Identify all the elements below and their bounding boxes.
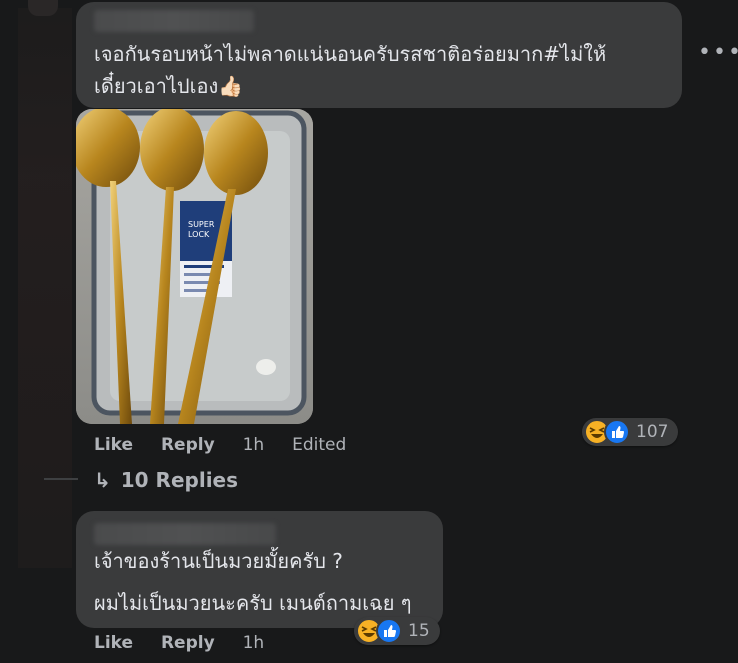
- avatar-top-blurred: [28, 0, 58, 16]
- comment-text-line: เจอกันรอบหน้าไม่พลาดแน่นอนครับรสชาติอร่อ…: [94, 42, 607, 66]
- comment-actions: Like Reply 1h Edited: [94, 434, 368, 456]
- more-options-icon[interactable]: •••: [698, 42, 738, 64]
- box-label-text: SUPER: [188, 220, 215, 229]
- replies-label: 10 Replies: [120, 468, 239, 492]
- commenter-name-blurred[interactable]: [94, 523, 276, 545]
- like-button[interactable]: Like: [94, 633, 133, 653]
- like-thumb-icon: [604, 419, 630, 445]
- avatar-blurred: [18, 8, 72, 568]
- comment-actions: Like Reply 1h: [94, 632, 286, 654]
- reply-button[interactable]: Reply: [161, 633, 215, 653]
- comment-bubble: เจอกันรอบหน้าไม่พลาดแน่นอนครับรสชาติอร่อ…: [76, 2, 682, 108]
- timestamp-link[interactable]: 1h: [243, 633, 265, 653]
- thread-connector: [44, 478, 78, 480]
- box-label-text: LOCK: [188, 230, 210, 239]
- comment-text-line: เจ้าของร้านเป็นมวยมั้ยครับ ?: [94, 549, 343, 573]
- reaction-count: 15: [408, 621, 430, 641]
- comment-photo[interactable]: SUPER LOCK: [76, 109, 313, 424]
- edited-label: Edited: [292, 435, 347, 455]
- reply-arrow-icon: ↳: [94, 468, 111, 492]
- view-replies-link[interactable]: ↳ 10 Replies: [94, 468, 238, 492]
- spoons-photo: SUPER LOCK: [76, 109, 313, 424]
- commenter-name-blurred[interactable]: [94, 10, 254, 32]
- reaction-count: 107: [636, 422, 669, 442]
- timestamp-link[interactable]: 1h: [243, 435, 265, 455]
- comment-text-line: เดี๋ยวเอาไปเอง👍🏻: [94, 74, 244, 98]
- reply-comment-bubble: เจ้าของร้านเป็นมวยมั้ยครับ ? ผมไม่เป็นมว…: [76, 511, 443, 628]
- reaction-summary[interactable]: 15: [354, 617, 440, 645]
- like-thumb-icon: [376, 618, 402, 644]
- reply-button[interactable]: Reply: [161, 435, 215, 455]
- reaction-summary[interactable]: 107: [582, 418, 679, 446]
- like-button[interactable]: Like: [94, 435, 133, 455]
- comment-text-line: ผมไม่เป็นมวยนะครับ เมนต์ถามเฉย ๆ: [94, 591, 412, 615]
